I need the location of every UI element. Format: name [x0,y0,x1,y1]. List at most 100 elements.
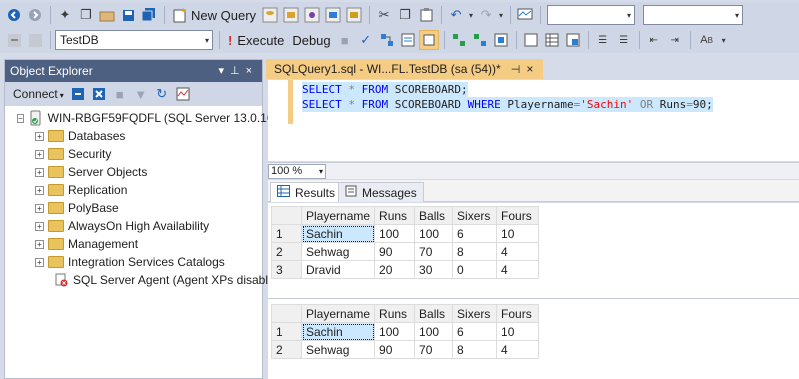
table-cell[interactable]: 0 [452,260,498,279]
close-icon[interactable]: × [526,62,533,76]
table-cell[interactable]: 100 [374,322,416,341]
code-line-1[interactable]: SELECT * FROM SCOREBOARD; [302,82,468,97]
activity-monitor-icon[interactable] [173,84,193,104]
row-number[interactable]: 3 [271,260,302,279]
tree-node-alwayson[interactable]: + AlwaysOn High Availability [5,217,262,235]
tree-node-server-objects[interactable]: + Server Objects [5,163,262,181]
redo-dropdown-icon[interactable]: ▾ [497,5,505,25]
code-line-2[interactable]: SELECT * FROM SCOREBOARD WHERE Playernam… [302,97,713,112]
open-file-icon[interactable] [97,5,117,25]
pin-icon[interactable]: ⊣ [511,63,521,76]
dmx-query-icon[interactable] [302,5,322,25]
column-header[interactable]: Fours [496,206,540,225]
tree-node-management[interactable]: + Management [5,235,262,253]
column-header[interactable]: Runs [374,206,416,225]
specify-values-icon[interactable]: AB [695,30,719,50]
client-stats-icon[interactable] [491,30,511,50]
activity-monitor-icon[interactable] [515,5,535,25]
column-header[interactable]: Playername [300,304,376,323]
tree-node-databases[interactable]: + Databases [5,127,262,145]
table-cell[interactable]: Dravid [300,260,376,279]
table-cell[interactable]: Sachin [300,224,376,243]
connect-icon[interactable] [4,30,24,50]
tree-node-replication[interactable]: + Replication [5,181,262,199]
table-cell[interactable]: Sehwag [300,242,376,261]
table-cell[interactable]: 6 [452,224,498,243]
dax-query-icon[interactable] [344,5,364,25]
uncomment-icon[interactable]: ☰ [614,30,634,50]
tree-node-integration-services[interactable]: + Integration Services Catalogs [5,253,262,271]
disconnect-server-icon[interactable] [89,84,109,104]
connect-button[interactable]: Connect ▾ [13,87,64,101]
expand-icon[interactable]: + [35,185,44,195]
debug-button[interactable]: Debug [288,33,334,48]
comment-icon[interactable]: ☰ [593,30,613,50]
table-cell[interactable]: 10 [496,322,540,341]
cancel-query-icon[interactable]: ■ [335,30,355,50]
pin-icon[interactable]: ⊥ [230,65,246,77]
table-cell[interactable]: 100 [414,322,454,341]
increase-indent-icon[interactable]: ⇥ [665,30,685,50]
column-header[interactable]: Playername [300,206,376,225]
tab-sqlquery1[interactable]: SQLQuery1.sql - WI...FL.TestDB (sa (54))… [266,59,544,79]
solution-config-combo[interactable]: ▾ [643,5,744,25]
table-cell[interactable]: Sehwag [300,340,376,359]
grid-splitter[interactable] [268,298,799,299]
copy-icon[interactable]: ❐ [395,5,415,25]
tab-results[interactable]: Results [270,182,343,202]
search-combo[interactable]: ▾ [547,5,636,25]
results-to-file-icon[interactable] [563,30,583,50]
new-query-button[interactable]: New Query [169,7,260,23]
forward-icon[interactable] [25,5,45,25]
stop-icon[interactable]: ■ [110,84,130,104]
table-cell[interactable]: 8 [452,242,498,261]
query-options-icon[interactable] [398,30,418,50]
undo-icon[interactable]: ↶ [446,5,466,25]
expand-icon[interactable]: + [35,149,44,159]
results-to-text-icon[interactable] [521,30,541,50]
zoom-select[interactable]: 100 % ▾ [268,164,326,179]
back-icon[interactable] [4,5,24,25]
table-cell[interactable]: 90 [374,340,416,359]
row-number[interactable]: 1 [271,322,302,341]
mdx-query-icon[interactable] [281,5,301,25]
intellisense-icon[interactable] [418,30,439,50]
table-cell[interactable]: 70 [414,340,454,359]
row-number[interactable]: 2 [271,242,302,261]
undo-dropdown-icon[interactable]: ▾ [467,5,475,25]
expand-icon[interactable]: + [35,131,44,141]
results-grid-1[interactable]: Playername Runs Balls Sixers Fours 1 Sac… [271,206,540,279]
toolbar-overflow-icon[interactable]: ▾ [720,30,728,50]
disconnect-icon[interactable] [25,30,45,50]
close-icon[interactable]: × [246,65,258,77]
table-cell[interactable]: 100 [374,224,416,243]
expand-icon[interactable]: + [35,221,44,231]
table-cell[interactable]: 30 [414,260,454,279]
table-cell[interactable]: 100 [414,224,454,243]
execute-button[interactable]: ! Execute [224,33,288,48]
results-to-grid-icon[interactable] [542,30,562,50]
pane-menu-icon[interactable]: ▾ [218,65,230,77]
include-plan-icon[interactable] [449,30,469,50]
table-cell[interactable]: 70 [414,242,454,261]
live-stats-icon[interactable] [470,30,490,50]
parse-icon[interactable]: ✓ [356,30,376,50]
table-cell[interactable]: 8 [452,340,498,359]
table-cell[interactable]: 10 [496,224,540,243]
column-header[interactable]: Sixers [452,304,498,323]
connect-server-icon[interactable] [68,84,88,104]
add-item-icon[interactable]: ❐ [76,5,96,25]
column-header[interactable]: Fours [496,304,540,323]
column-header[interactable]: Balls [414,206,454,225]
redo-icon[interactable]: ↷ [476,5,496,25]
table-cell[interactable]: 6 [452,322,498,341]
tree-node-security[interactable]: + Security [5,145,262,163]
estimated-plan-icon[interactable] [377,30,397,50]
db-query-icon[interactable] [260,5,280,25]
tree-node-server[interactable]: − WIN-RBGF59FQDFL (SQL Server 13.0.16 [5,109,274,127]
query-editor[interactable]: SELECT * FROM SCOREBOARD; SELECT * FROM … [268,80,799,161]
table-cell[interactable]: Sachin [300,322,376,341]
expand-icon[interactable]: + [35,203,44,213]
table-cell[interactable]: 90 [374,242,416,261]
table-cell[interactable]: 4 [496,340,540,359]
